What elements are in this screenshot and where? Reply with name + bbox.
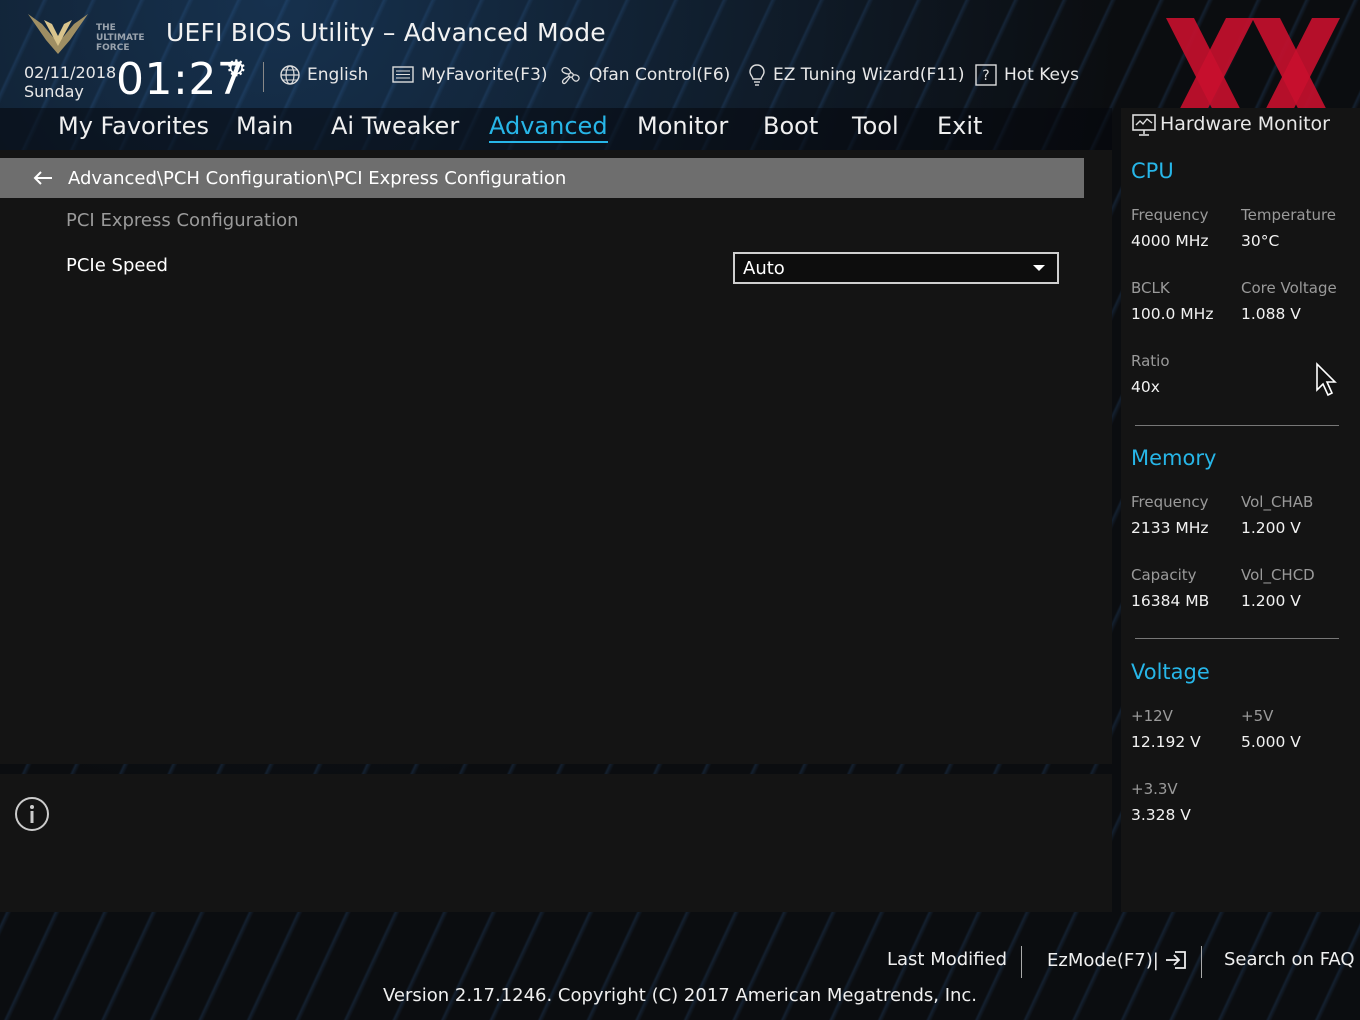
cpu-frequency-label: Frequency <box>1131 206 1209 224</box>
fan-icon <box>561 66 580 85</box>
pcie-speed-select[interactable]: Auto <box>733 252 1059 284</box>
svg-text:FORCE: FORCE <box>96 43 129 53</box>
bclk-label: BCLK <box>1131 279 1170 297</box>
svg-text:THE: THE <box>96 23 116 33</box>
tab-exit[interactable]: Exit <box>937 112 982 140</box>
tab-monitor[interactable]: Monitor <box>637 112 728 140</box>
back-arrow-icon[interactable] <box>32 170 54 186</box>
last-modified-label: Last Modified <box>887 949 1008 970</box>
cpu-temperature-value: 30°C <box>1241 232 1280 250</box>
last-modified-button[interactable]: Last Modified <box>887 949 1007 970</box>
breadcrumb-path: Advanced\PCH Configuration\PCI Express C… <box>68 167 567 189</box>
core-voltage-label: Core Voltage <box>1241 279 1337 297</box>
date-text: 02/11/2018 <box>24 63 117 82</box>
day-text: Sunday <box>24 82 84 101</box>
memory-heading: Memory <box>1131 446 1217 470</box>
tab-boot[interactable]: Boot <box>763 112 818 140</box>
myfavorite-label: MyFavorite(F3) <box>421 65 548 85</box>
ratio-value: 40x <box>1131 378 1160 396</box>
svg-text:?: ? <box>982 68 989 84</box>
search-faq-label: Search on FAQ <box>1224 949 1355 970</box>
voltage-heading: Voltage <box>1131 660 1210 684</box>
hot-keys-button[interactable]: ? Hot Keys <box>974 62 1079 88</box>
breadcrumb: Advanced\PCH Configuration\PCI Express C… <box>0 158 1084 198</box>
cpu-temperature-label: Temperature <box>1241 206 1337 224</box>
window-title: UEFI BIOS Utility – Advanced Mode <box>166 18 606 47</box>
ez-tuning-wizard-button[interactable]: EZ Tuning Wizard(F11) <box>747 62 965 88</box>
ratio-label: Ratio <box>1131 352 1170 370</box>
vol-chab-label: Vol_CHAB <box>1241 493 1314 511</box>
tab-tool[interactable]: Tool <box>852 112 899 140</box>
question-box-icon: ? <box>975 64 997 86</box>
capacity-label: Capacity <box>1131 566 1197 584</box>
v12-label: +12V <box>1131 707 1173 725</box>
exit-arrow-icon <box>1165 951 1186 969</box>
bclk-value: 100.0 MHz <box>1131 305 1214 323</box>
tab-advanced[interactable]: Advanced <box>489 112 608 143</box>
section-heading: PCI Express Configuration <box>66 210 299 231</box>
svg-text:ULTIMATE: ULTIMATE <box>96 33 145 43</box>
hardware-monitor-title: Hardware Monitor <box>1160 113 1330 135</box>
vol-chcd-label: Vol_CHCD <box>1241 566 1315 584</box>
date-display: 02/11/2018 Sunday <box>24 63 116 101</box>
language-button[interactable]: English <box>279 62 368 88</box>
vol-chcd-value: 1.200 V <box>1241 592 1301 610</box>
ez-tuning-wizard-label: EZ Tuning Wizard(F11) <box>773 65 965 85</box>
pcie-speed-value: Auto <box>743 257 785 279</box>
v33-value: 3.328 V <box>1131 806 1191 824</box>
footer-divider <box>1201 946 1202 978</box>
v5-label: +5V <box>1241 707 1274 725</box>
settings-panel <box>0 150 1112 764</box>
help-info-panel <box>0 774 1112 912</box>
hot-keys-label: Hot Keys <box>1004 65 1079 85</box>
cpu-frequency-value: 4000 MHz <box>1131 232 1209 250</box>
info-icon <box>15 797 49 831</box>
mouse-cursor-icon <box>1316 362 1337 397</box>
memory-frequency-label: Frequency <box>1131 493 1209 511</box>
v12-value: 12.192 V <box>1131 733 1201 751</box>
gear-icon[interactable]: ⚙ <box>226 56 247 82</box>
lightbulb-icon <box>749 64 765 86</box>
v5-value: 5.000 V <box>1241 733 1301 751</box>
globe-icon <box>280 65 300 85</box>
qfan-control-button[interactable]: Qfan Control(F6) <box>559 62 730 88</box>
core-voltage-value: 1.088 V <box>1241 305 1301 323</box>
monitor-icon <box>1132 114 1156 136</box>
vol-chab-value: 1.200 V <box>1241 519 1301 537</box>
cpu-heading: CPU <box>1131 159 1174 183</box>
cpu-divider <box>1135 425 1339 426</box>
ezmode-button[interactable]: EzMode(F7)| <box>1047 949 1189 971</box>
memory-divider <box>1135 638 1339 639</box>
tab-main[interactable]: Main <box>236 112 293 140</box>
v33-label: +3.3V <box>1131 780 1178 798</box>
tuf-logo: THE ULTIMATE FORCE <box>28 14 145 54</box>
tab-ai-tweaker[interactable]: Ai Tweaker <box>331 112 459 140</box>
version-text: Version 2.17.1246. Copyright (C) 2017 Am… <box>382 985 978 1006</box>
header-divider <box>263 62 264 92</box>
favorite-list-icon <box>392 66 414 83</box>
chevron-down-icon <box>1033 265 1045 271</box>
language-label: English <box>307 65 369 85</box>
capacity-value: 16384 MB <box>1131 592 1210 610</box>
search-faq-button[interactable]: Search on FAQ <box>1224 949 1355 970</box>
tab-my-favorites[interactable]: My Favorites <box>58 112 209 140</box>
pcie-speed-label: PCIe Speed <box>66 255 168 276</box>
memory-frequency-value: 2133 MHz <box>1131 519 1209 537</box>
footer-divider <box>1021 946 1022 978</box>
myfavorite-button[interactable]: MyFavorite(F3) <box>391 62 548 88</box>
qfan-control-label: Qfan Control(F6) <box>589 65 731 85</box>
ezmode-label: EzMode(F7)| <box>1047 949 1159 971</box>
